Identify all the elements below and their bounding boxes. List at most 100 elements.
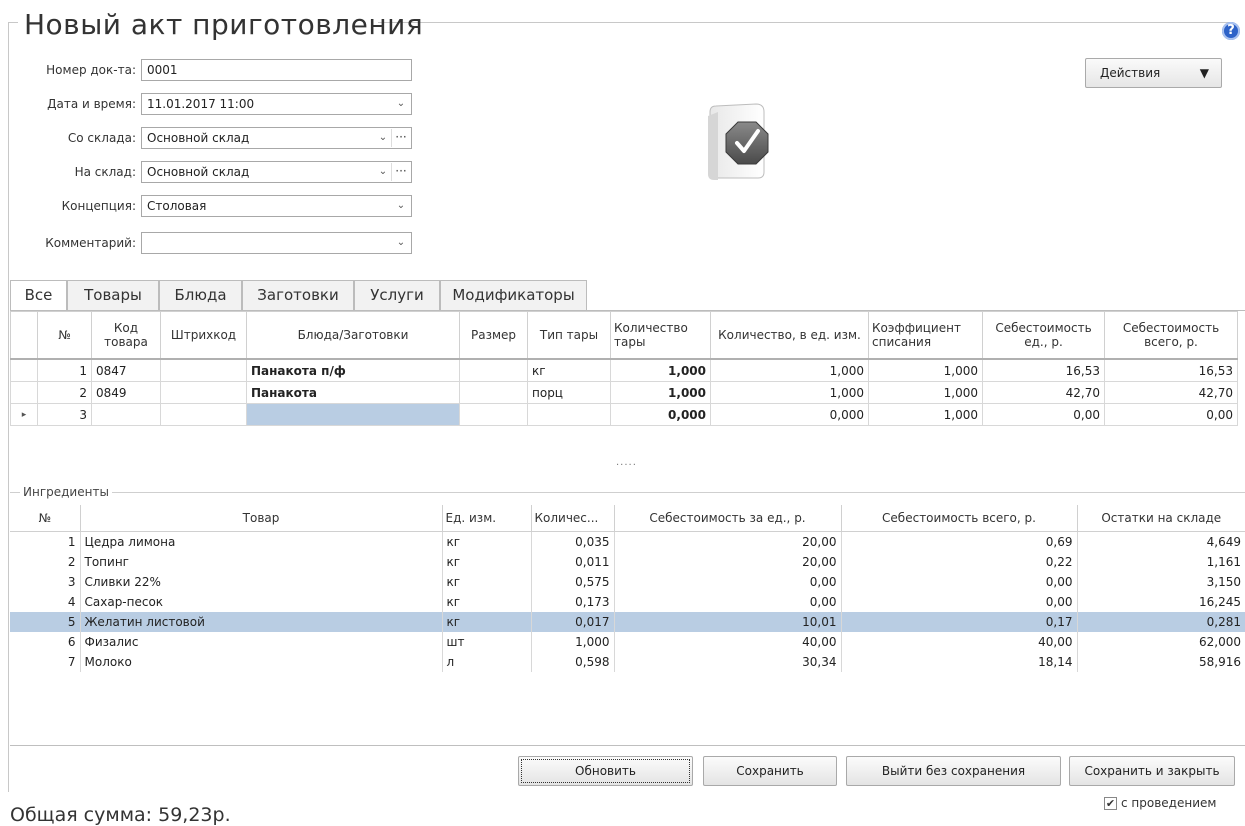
cell-qty[interactable]: 0,000 — [710, 403, 869, 426]
more-dots-icon[interactable]: ··· — [391, 129, 410, 147]
cell-unit: л — [441, 652, 532, 672]
cell-unit-cost: 10,01 — [613, 612, 842, 632]
save-button[interactable]: Сохранить — [703, 756, 837, 786]
tab-services[interactable]: Услуги — [354, 280, 440, 310]
posting-checkbox-label[interactable]: с проведением — [1121, 796, 1216, 810]
cell-pack-qty[interactable]: 1,000 — [610, 381, 711, 404]
column-header[interactable]: Товар — [79, 505, 443, 532]
table-row[interactable]: 1 0847 Панакота п/ф кг 1,000 1,000 1,000… — [10, 358, 1238, 382]
tab-all[interactable]: Все — [10, 280, 67, 311]
chevron-down-icon[interactable]: ⌄ — [393, 95, 409, 113]
column-header[interactable]: Количество, в ед. изм. — [710, 311, 869, 360]
cell-barcode[interactable] — [160, 358, 247, 382]
posting-checkbox[interactable]: ✔ — [1104, 797, 1117, 810]
doc-number-field[interactable]: 0001 — [141, 59, 412, 81]
cell-name: Цедра лимона — [79, 531, 443, 552]
chevron-down-icon[interactable]: ⌄ — [375, 163, 391, 181]
cell-coef[interactable]: 1,000 — [868, 403, 983, 426]
cell-name[interactable]: Панакота п/ф — [246, 358, 460, 382]
column-header[interactable]: Остатки на складе — [1076, 505, 1245, 532]
cell-pack[interactable]: кг — [527, 358, 611, 382]
row-indicator — [10, 358, 38, 382]
table-row[interactable]: 3 Сливки 22% кг 0,575 0,00 0,00 3,150 — [10, 572, 1245, 592]
doc-number-label: Номер док-та: — [46, 63, 136, 77]
column-header[interactable]: Количество тары — [610, 311, 711, 360]
cell-unit-cost: 40,00 — [613, 632, 842, 652]
tab-dishes[interactable]: Блюда — [159, 280, 242, 310]
chevron-down-icon[interactable]: ⌄ — [393, 234, 409, 252]
column-header[interactable]: Себестоимость ед., р. — [982, 311, 1105, 360]
column-header[interactable]: № — [10, 505, 81, 532]
cell-barcode[interactable] — [160, 381, 247, 404]
to-store-field[interactable]: Основной склад ⌄ ··· — [141, 161, 412, 183]
cell-total-cost: 40,00 — [840, 632, 1078, 652]
ingredients-group-label: Ингредиенты — [20, 485, 112, 499]
more-dots-icon[interactable]: ··· — [391, 163, 410, 181]
cell-num: 3 — [10, 572, 81, 592]
cell-unit: кг — [441, 552, 532, 572]
row-indicator — [10, 381, 38, 404]
cell-pack-qty[interactable]: 1,000 — [610, 358, 711, 382]
column-header[interactable]: Себестоимость всего, р. — [840, 505, 1078, 532]
table-row[interactable]: 4 Сахар-песок кг 0,173 0,00 0,00 16,245 — [10, 592, 1245, 612]
row-indicator-header — [10, 311, 38, 360]
datetime-field[interactable]: 11.01.2017 11:00 ⌄ — [141, 93, 412, 115]
column-header[interactable]: Себестоимость за ед., р. — [613, 505, 842, 532]
actions-button[interactable]: Действия ▼ — [1085, 58, 1222, 88]
column-header[interactable]: Ед. изм. — [441, 505, 532, 532]
cell-size[interactable] — [459, 381, 528, 404]
cell-pack[interactable] — [527, 403, 611, 426]
cell-code[interactable]: 0847 — [91, 358, 161, 382]
column-header[interactable]: Тип тары — [527, 311, 611, 360]
column-header[interactable]: Код товара — [91, 311, 161, 360]
cell-pack[interactable]: порц — [527, 381, 611, 404]
column-header[interactable]: Коэффициент списания — [868, 311, 983, 360]
from-store-field[interactable]: Основной склад ⌄ ··· — [141, 127, 412, 149]
cell-barcode[interactable] — [160, 403, 247, 426]
save-and-close-button[interactable]: Сохранить и закрыть — [1069, 756, 1235, 786]
cell-total-cost[interactable]: 42,70 — [1104, 381, 1238, 404]
column-header[interactable]: № — [37, 311, 92, 360]
concept-field[interactable]: Столовая ⌄ — [141, 195, 412, 217]
column-header[interactable]: Количес... — [530, 505, 615, 532]
table-row[interactable]: 2 Топинг кг 0,011 20,00 0,22 1,161 — [10, 552, 1245, 572]
comment-field[interactable]: ⌄ — [141, 232, 412, 254]
table-row[interactable]: 7 Молоко л 0,598 30,34 18,14 58,916 — [10, 652, 1245, 672]
refresh-button[interactable]: Обновить — [518, 756, 693, 786]
table-row[interactable]: 2 0849 Панакота порц 1,000 1,000 1,000 4… — [10, 381, 1238, 404]
table-row-selected[interactable]: 5 Желатин листовой кг 0,017 10,01 0,17 0… — [10, 612, 1245, 632]
cell-qty[interactable]: 1,000 — [710, 358, 869, 382]
column-header[interactable]: Себестоимость всего, р. — [1104, 311, 1238, 360]
exit-without-save-button[interactable]: Выйти без сохранения — [846, 756, 1061, 786]
column-header[interactable]: Блюда/Заготовки — [246, 311, 460, 360]
chevron-down-icon[interactable]: ⌄ — [375, 129, 391, 147]
cell-num: 2 — [37, 381, 92, 404]
cell-coef[interactable]: 1,000 — [868, 358, 983, 382]
tab-goods[interactable]: Товары — [67, 280, 159, 310]
cell-coef[interactable]: 1,000 — [868, 381, 983, 404]
table-row[interactable]: 6 Физалис шт 1,000 40,00 40,00 62,000 — [10, 632, 1245, 652]
cell-code[interactable]: 0849 — [91, 381, 161, 404]
column-header[interactable]: Штрихкод — [160, 311, 247, 360]
chevron-down-icon[interactable]: ⌄ — [393, 197, 409, 215]
cell-name-active[interactable] — [246, 403, 460, 426]
cell-unit-cost[interactable]: 42,70 — [982, 381, 1105, 404]
cell-code[interactable] — [91, 403, 161, 426]
cell-unit-cost[interactable]: 0,00 — [982, 403, 1105, 426]
tab-preparations[interactable]: Заготовки — [242, 280, 354, 310]
dishes-table: № Код товара Штрихкод Блюда/Заготовки Ра… — [10, 311, 1238, 426]
tab-modifiers[interactable]: Модификаторы — [440, 280, 587, 310]
splitter-handle[interactable]: ····· — [616, 460, 637, 471]
cell-name[interactable]: Панакота — [246, 381, 460, 404]
cell-unit-cost[interactable]: 16,53 — [982, 358, 1105, 382]
column-header[interactable]: Размер — [459, 311, 528, 360]
cell-size[interactable] — [459, 403, 528, 426]
cell-total-cost[interactable]: 16,53 — [1104, 358, 1238, 382]
table-row[interactable]: ▸ 3 0,000 0,000 1,000 0,00 0,00 — [10, 403, 1238, 426]
cell-pack-qty[interactable]: 0,000 — [610, 403, 711, 426]
table-row[interactable]: 1 Цедра лимона кг 0,035 20,00 0,69 4,649 — [10, 531, 1245, 552]
cell-qty[interactable]: 1,000 — [710, 381, 869, 404]
cell-size[interactable] — [459, 358, 528, 382]
cell-total-cost[interactable]: 0,00 — [1104, 403, 1238, 426]
help-icon[interactable]: ? — [1222, 22, 1240, 40]
